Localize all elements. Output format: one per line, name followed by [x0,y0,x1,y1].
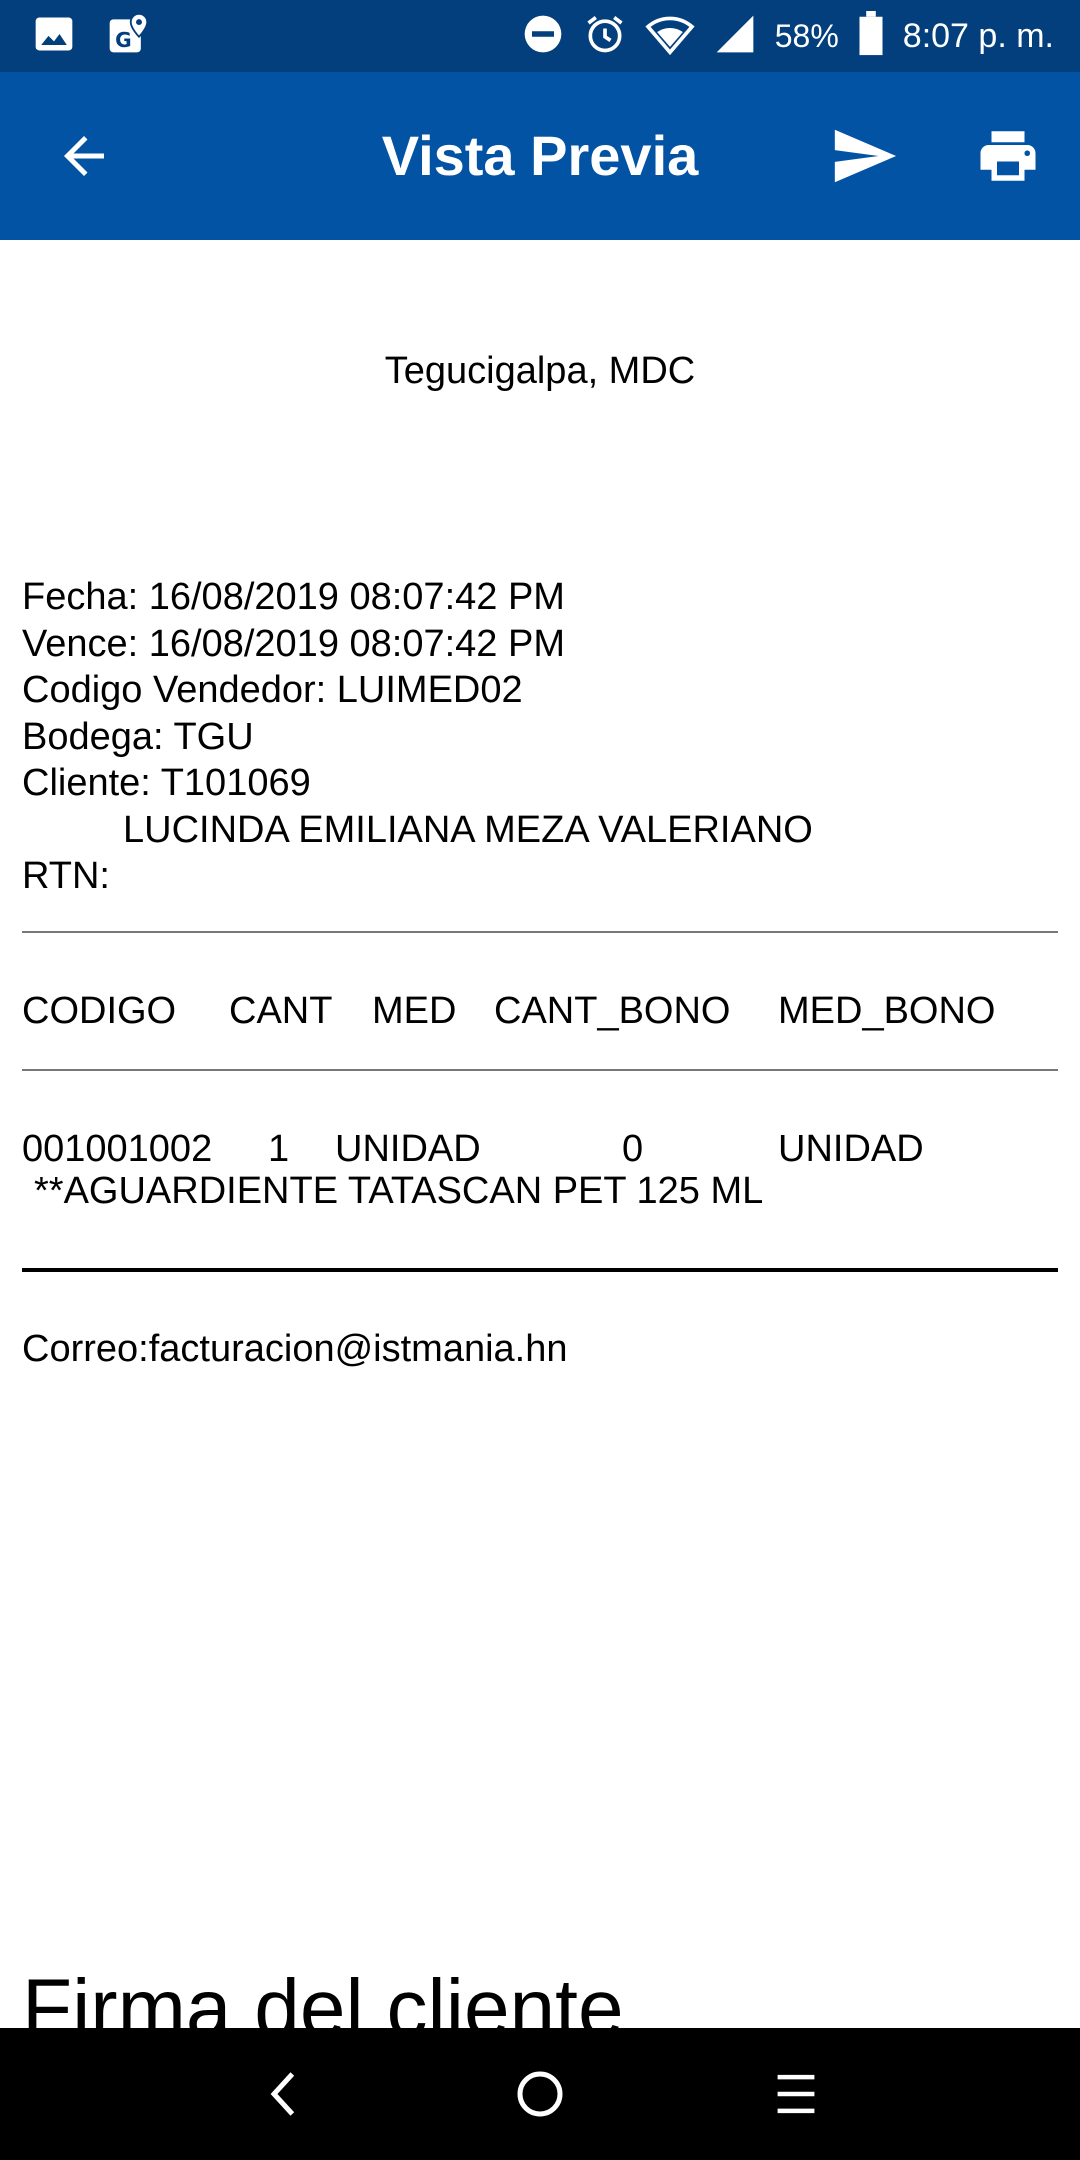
codigo-vendedor: Codigo Vendedor: LUIMED02 [22,669,523,711]
item-codigo: 001001002 [22,1128,213,1170]
dnd-icon [521,12,565,61]
wifi-icon [645,12,695,61]
cliente: Cliente: T101069 [22,762,311,804]
email-label: Correo:facturacion@istmania.hn [22,1328,568,1370]
city-label: Tegucigalpa, MDC [384,350,696,392]
vence: Vence: 16/08/2019 08:07:42 PM [22,622,565,665]
clock: 8:07 p. m. [902,16,1054,55]
send-icon [834,129,897,183]
menu-icon [777,2074,815,2114]
alarm-icon [583,12,627,61]
svg-text:G: G [115,28,132,52]
col-header-codigo: CODIGO [22,990,177,1032]
nav-back-button[interactable] [244,2054,324,2134]
print-icon [980,131,1036,181]
battery-icon [857,10,885,62]
divider [22,931,1058,933]
bodega: Bodega: TGU [22,715,254,758]
item-cant: 1 [268,1128,290,1170]
col-header-cant: CANT [229,990,333,1032]
cliente-nombre: LUCINDA EMILIANA MEZA VALERIANO [123,808,813,851]
item-description: **AGUARDIENTE TATASCAN PET 125 ML [34,1170,764,1212]
print-button[interactable] [968,116,1048,196]
item-med-bono: UNIDAD [778,1128,924,1170]
nav-home-button[interactable] [500,2054,580,2134]
divider [22,1069,1058,1071]
send-button[interactable] [824,116,904,196]
col-header-med: MED [372,990,457,1032]
item-med: UNIDAD [335,1128,481,1170]
document-preview[interactable]: Tegucigalpa, MDC Fecha: 16/08/2019 08:07… [0,240,1080,2028]
rtn: RTN: [22,855,110,897]
divider-thick [22,1268,1058,1272]
chevron-left-icon [270,2072,295,2116]
invoice-info: Fecha: 16/08/2019 08:07:42 PM Vence: 16/… [22,574,813,900]
app-bar: Vista Previa [0,72,1080,240]
image-icon [32,12,76,61]
navigation-bar [0,2028,1080,2160]
page-title: Vista Previa [381,124,699,187]
signature-label: Firma del cliente [22,1963,624,2029]
battery-percent: 58% [774,17,839,54]
col-header-med-bono: MED_BONO [778,990,996,1032]
col-header-cant-bono: CANT_BONO [494,990,731,1032]
maps-icon: G [106,12,150,61]
nav-menu-button[interactable] [756,2054,836,2134]
item-cant-bono: 0 [622,1128,644,1170]
status-bar: G 58% 8:07 p. m. [0,0,1080,72]
fecha: Fecha: 16/08/2019 08:07:42 PM [22,576,565,618]
home-circle-icon [517,2071,563,2117]
signal-icon [713,12,757,61]
